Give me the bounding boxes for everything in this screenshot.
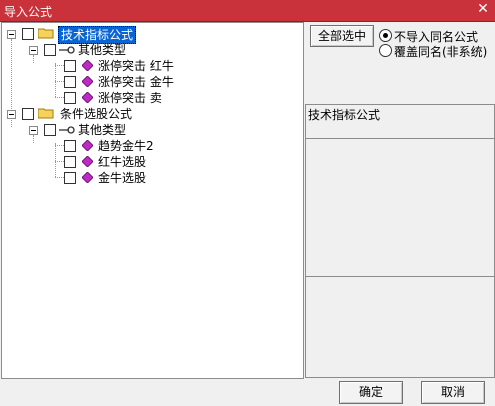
formula-diamond-icon <box>82 140 93 151</box>
item-checkbox[interactable] <box>64 92 76 104</box>
item-label: 红牛选股 <box>98 155 147 169</box>
item-checkbox[interactable] <box>64 140 76 152</box>
subgroup-label: 其他类型 <box>78 123 127 137</box>
subgroup-checkbox[interactable] <box>44 124 56 136</box>
select-all-button[interactable]: 全部选中 <box>310 25 374 47</box>
tree-item[interactable]: 金牛选股 <box>2 170 302 186</box>
subgroup-checkbox[interactable] <box>44 44 56 56</box>
tree-item[interactable]: 涨停突击 卖 <box>2 90 302 106</box>
item-label: 涨停突击 金牛 <box>98 75 174 89</box>
tree-item[interactable]: 红牛选股 <box>2 154 302 170</box>
close-icon[interactable]: ✕ <box>475 1 491 17</box>
collapse-icon[interactable] <box>7 110 16 119</box>
tree-subgroup-screening[interactable]: 其他类型 <box>2 122 302 138</box>
formula-description-box[interactable] <box>305 138 495 277</box>
formula-detail-box[interactable] <box>305 276 495 378</box>
folder-icon <box>38 28 54 39</box>
collapse-icon[interactable] <box>29 126 38 135</box>
key-icon <box>59 46 75 54</box>
item-checkbox[interactable] <box>64 172 76 184</box>
group-label: 条件选股公式 <box>60 107 133 121</box>
tree-group-screening[interactable]: 条件选股公式 <box>2 106 302 122</box>
info-header-label: 技术指标公式 <box>308 108 381 122</box>
folder-icon <box>38 108 54 119</box>
collapse-icon[interactable] <box>7 30 16 39</box>
cancel-button[interactable]: 取消 <box>421 381 485 404</box>
subgroup-label: 其他类型 <box>78 43 127 57</box>
item-checkbox[interactable] <box>64 76 76 88</box>
formula-diamond-icon <box>82 156 93 167</box>
formula-diamond-icon <box>82 60 93 71</box>
tree-group-technical[interactable]: 技术指标公式 <box>2 26 302 44</box>
item-label: 涨停突击 卖 <box>98 91 162 105</box>
overwrite-label: 覆盖同名(非系统) <box>394 45 488 59</box>
item-checkbox[interactable] <box>64 156 76 168</box>
tree-item[interactable]: 涨停突击 金牛 <box>2 74 302 90</box>
formula-tree[interactable]: 技术指标公式 其他类型 涨停突击 红牛 涨停突击 金牛 涨停突击 卖 条件选股公… <box>1 22 304 379</box>
no-import-radio[interactable] <box>379 29 392 42</box>
formula-diamond-icon <box>82 76 93 87</box>
group-checkbox[interactable] <box>22 28 34 40</box>
title-bar: 导入公式 ✕ <box>0 0 495 22</box>
item-label: 涨停突击 红牛 <box>98 59 174 73</box>
group-checkbox[interactable] <box>22 108 34 120</box>
item-label: 金牛选股 <box>98 171 147 185</box>
item-label: 趋势金牛2 <box>98 139 154 153</box>
formula-diamond-icon <box>82 92 93 103</box>
key-icon <box>59 126 75 134</box>
item-checkbox[interactable] <box>64 60 76 72</box>
formula-diamond-icon <box>82 172 93 183</box>
window-title: 导入公式 <box>4 5 53 19</box>
ok-button[interactable]: 确定 <box>339 381 403 404</box>
tree-item[interactable]: 涨停突击 红牛 <box>2 58 302 74</box>
collapse-icon[interactable] <box>29 46 38 55</box>
overwrite-radio[interactable] <box>379 44 392 57</box>
formula-info-header: 技术指标公式 <box>305 104 495 139</box>
tree-item[interactable]: 趋势金牛2 <box>2 138 302 154</box>
tree-subgroup-technical[interactable]: 其他类型 <box>2 42 302 58</box>
